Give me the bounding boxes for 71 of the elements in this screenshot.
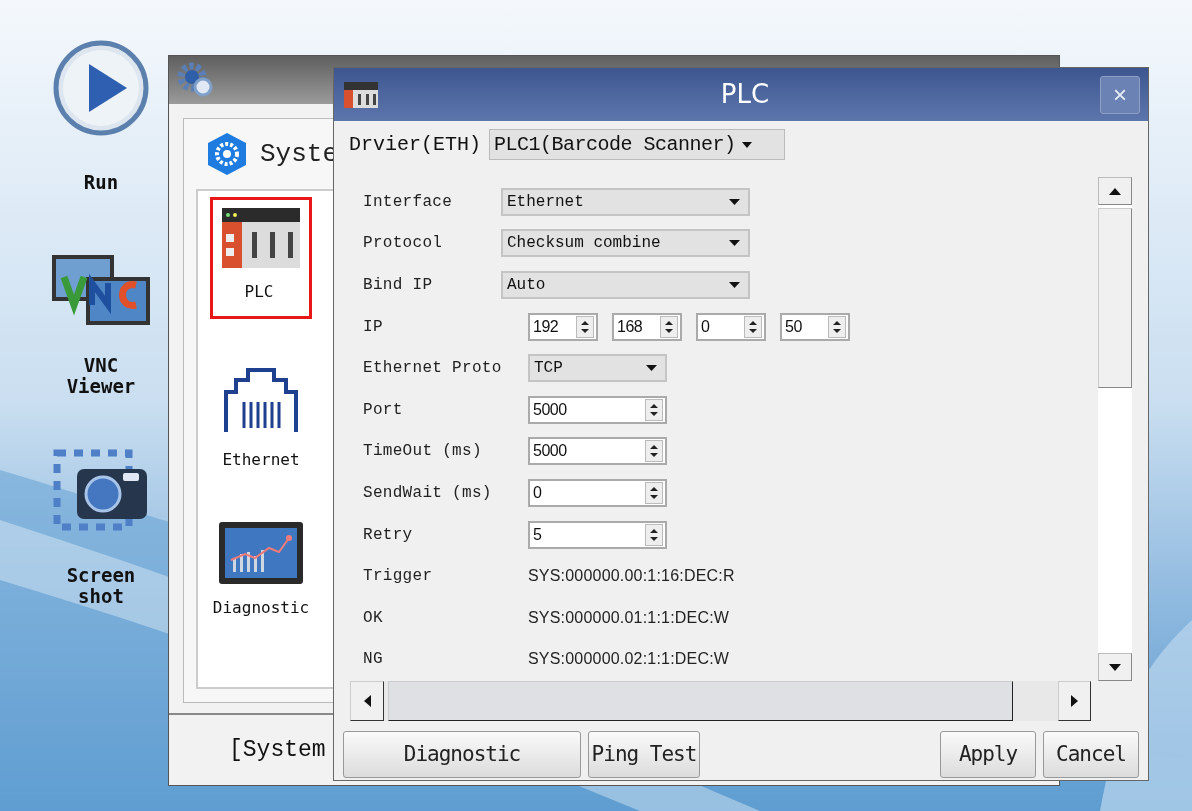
spinner-field[interactable]: 5	[528, 520, 667, 549]
dropdown-field[interactable]: Ethernet	[501, 187, 750, 216]
icon-label: Screen shot	[65, 565, 137, 607]
field-label: OK	[363, 607, 384, 629]
plc-icon	[344, 82, 378, 108]
spinner-field[interactable]: 192	[528, 312, 598, 341]
driver-dropdown[interactable]: PLC1(Barcode Scanner)	[489, 129, 786, 160]
footer-label: [System	[229, 735, 326, 765]
spinner-field[interactable]: 5000	[528, 395, 667, 424]
scroll-left-button[interactable]	[350, 681, 384, 721]
icon-label: VNC Viewer	[65, 355, 137, 397]
spin-buttons[interactable]	[744, 315, 762, 338]
dropdown-field[interactable]: TCP	[528, 354, 667, 383]
dialog-button[interactable]: Ping Test	[588, 731, 700, 778]
scroll-thumb[interactable]	[1098, 208, 1132, 388]
field-value: SYS:000000.00:1:16:DEC:R	[528, 566, 735, 587]
dropdown-field[interactable]: Checksum combine	[501, 229, 750, 258]
spinner-field[interactable]: 168	[612, 312, 682, 341]
dropdown-arrow-icon	[729, 240, 740, 247]
dropdown-arrow-icon	[729, 198, 740, 205]
spinner-field[interactable]: 0	[696, 312, 766, 341]
field-label: IP	[363, 316, 384, 338]
dialog-title: PLC	[719, 78, 770, 111]
dialog-button[interactable]: Cancel	[1043, 731, 1139, 778]
field-label: Retry	[363, 524, 414, 546]
scroll-thumb[interactable]	[388, 681, 1013, 721]
dropdown-arrow-icon	[646, 365, 657, 372]
spin-buttons[interactable]	[645, 523, 663, 546]
spin-buttons[interactable]	[576, 315, 594, 338]
field-label: SendWait (ms)	[363, 482, 493, 504]
horizontal-scrollbar[interactable]	[350, 681, 1091, 721]
plc-icon	[222, 208, 300, 268]
run-icon[interactable]	[53, 40, 149, 136]
dropdown-arrow-icon	[729, 282, 740, 288]
field-label: Trigger	[363, 566, 434, 588]
left-arrow-icon	[363, 695, 371, 707]
spin-buttons[interactable]	[645, 440, 663, 463]
spin-buttons[interactable]	[645, 481, 663, 504]
spin-buttons[interactable]	[828, 315, 846, 338]
dropdown-field[interactable]: Auto	[501, 271, 750, 299]
field-label: Ethernet Proto	[363, 358, 503, 380]
monitor-icon[interactable]	[52, 255, 150, 325]
field-label: Port	[363, 399, 404, 421]
field-label: Bind IP	[363, 275, 434, 296]
category-item[interactable]: PLC	[210, 197, 312, 319]
spin-buttons[interactable]	[660, 315, 678, 338]
field-label: Interface	[363, 191, 454, 213]
right-arrow-icon	[1071, 695, 1078, 707]
driver-label: Drvier(ETH)	[349, 131, 482, 158]
field-label: Protocol	[363, 233, 444, 255]
field-value: SYS:000000.02:1:1:DEC:W	[528, 649, 730, 670]
scroll-right-button[interactable]	[1058, 681, 1091, 721]
dropdown-arrow-icon	[741, 141, 752, 148]
down-arrow-icon	[1109, 663, 1121, 671]
spinner-field[interactable]: 50	[780, 312, 850, 341]
dialog-button[interactable]: Apply	[940, 731, 1036, 778]
field-value: SYS:000000.01:1:1:DEC:W	[528, 607, 730, 628]
field-label: TimeOut (ms)	[363, 441, 483, 463]
spin-buttons[interactable]	[645, 398, 663, 421]
category-item[interactable]: Diagnostic	[210, 515, 312, 627]
chart-monitor-icon	[219, 522, 303, 584]
icon-label: Run	[82, 172, 120, 193]
spinner-field[interactable]: 5000	[528, 437, 667, 466]
scroll-down-button[interactable]	[1098, 653, 1132, 681]
scroll-up-button[interactable]	[1098, 177, 1132, 205]
vertical-scrollbar[interactable]	[1098, 177, 1132, 681]
spinner-field[interactable]: 0	[528, 478, 667, 507]
field-label: NG	[363, 649, 384, 671]
dialog-button[interactable]: Diagnostic	[343, 731, 581, 778]
category-item[interactable]: Ethernet	[210, 359, 312, 471]
up-arrow-icon	[1109, 187, 1121, 195]
